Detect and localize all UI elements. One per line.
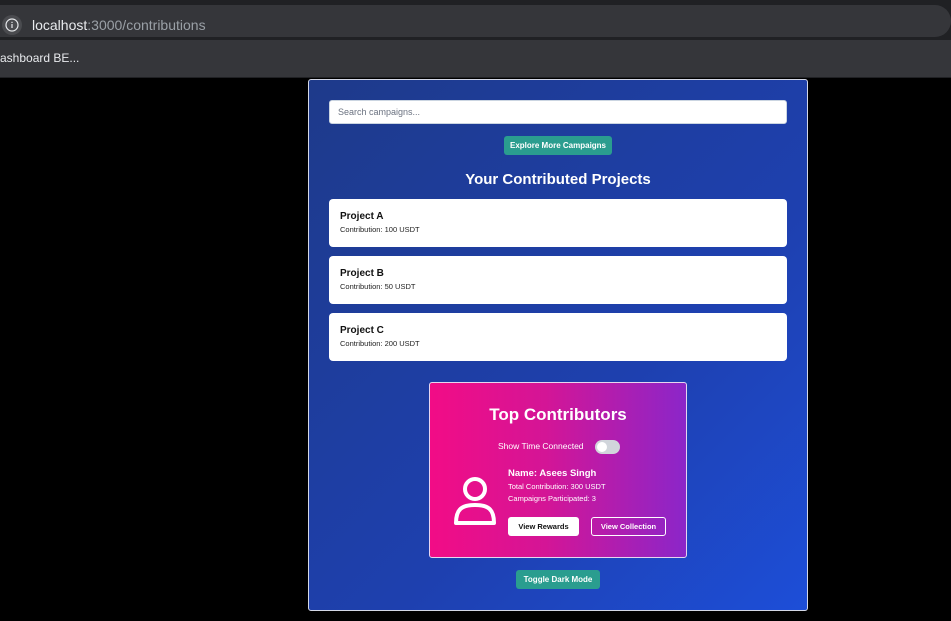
view-collection-button[interactable]: View Collection — [591, 517, 666, 536]
project-name: Project C — [340, 325, 384, 336]
toggle-label: Show Time Connected — [498, 441, 584, 451]
bookmark-item[interactable]: ashboard BE... — [0, 51, 79, 65]
project-card[interactable]: Project B Contribution: 50 USDT — [329, 256, 787, 304]
section-title: Your Contributed Projects — [465, 171, 651, 188]
toggle-knob — [597, 442, 607, 452]
top-contributors-card: Top Contributors Show Time Connected Nam… — [429, 382, 687, 558]
url-path: :3000/contributions — [87, 17, 206, 33]
explore-campaigns-button[interactable]: Explore More Campaigns — [504, 136, 612, 155]
contributor-name: Name: Asees Singh — [508, 468, 597, 479]
url-host: localhost — [32, 17, 88, 33]
contributor-campaigns: Campaigns Participated: 3 — [508, 494, 596, 503]
contributions-card: Explore More Campaigns Your Contributed … — [308, 79, 808, 611]
project-name: Project B — [340, 268, 384, 279]
url-text: localhost:3000/contributions — [32, 17, 206, 33]
view-rewards-button[interactable]: View Rewards — [508, 517, 579, 536]
bookmarks-bar: ashboard BE... — [0, 40, 951, 78]
project-contribution: Contribution: 200 USDT — [340, 339, 420, 348]
top-contributors-title: Top Contributors — [489, 405, 627, 424]
contributor-total: Total Contribution: 300 USDT — [508, 482, 606, 491]
page-viewport: Explore More Campaigns Your Contributed … — [0, 79, 951, 621]
toggle-dark-mode-button[interactable]: Toggle Dark Mode — [516, 570, 600, 589]
search-input[interactable] — [329, 100, 787, 124]
project-card[interactable]: Project C Contribution: 200 USDT — [329, 313, 787, 361]
user-avatar-icon — [454, 477, 496, 525]
site-info-icon[interactable] — [2, 15, 22, 35]
browser-address-bar: localhost:3000/contributions — [0, 0, 951, 40]
project-contribution: Contribution: 50 USDT — [340, 282, 416, 291]
project-card[interactable]: Project A Contribution: 100 USDT — [329, 199, 787, 247]
time-connected-toggle[interactable] — [595, 440, 620, 454]
url-field[interactable]: localhost:3000/contributions — [0, 5, 951, 37]
project-contribution: Contribution: 100 USDT — [340, 225, 420, 234]
project-name: Project A — [340, 211, 384, 222]
